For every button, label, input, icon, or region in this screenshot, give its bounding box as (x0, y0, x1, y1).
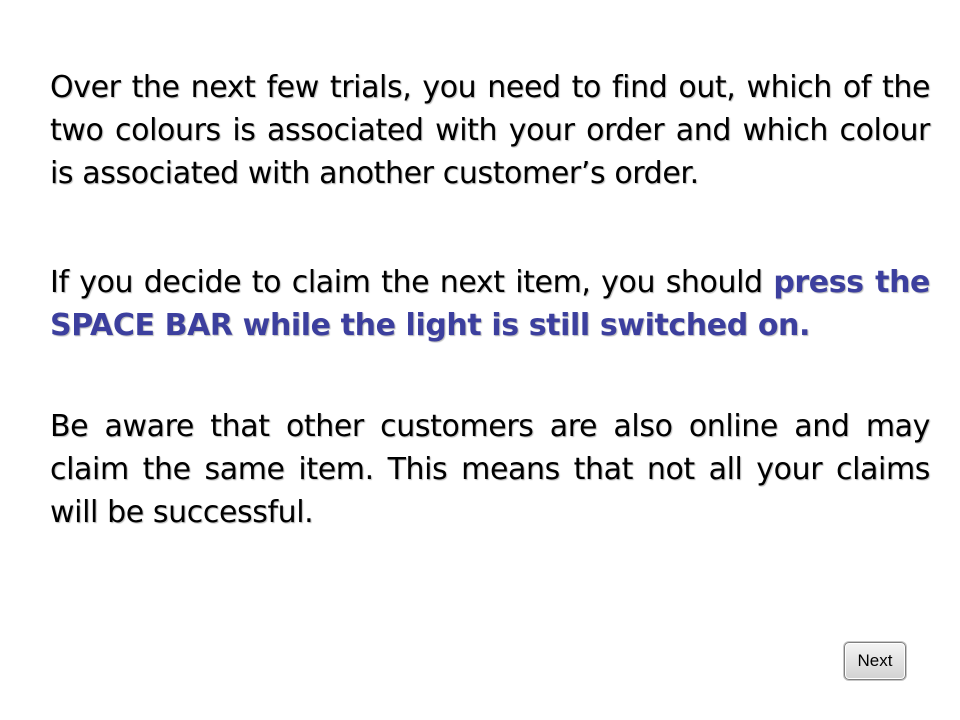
instruction-paragraph-2-text: If you decide to claim the next item, yo… (50, 265, 774, 300)
next-button[interactable]: Next (844, 642, 906, 680)
instruction-paragraph-3: Be aware that other customers are also o… (50, 409, 930, 530)
instruction-paragraph-1: Over the next few trials, you need to fi… (50, 70, 930, 191)
instructions-panel: Over the next few trials, you need to fi… (50, 66, 930, 534)
instruction-paragraph-2: If you decide to claim the next item, yo… (50, 261, 930, 347)
